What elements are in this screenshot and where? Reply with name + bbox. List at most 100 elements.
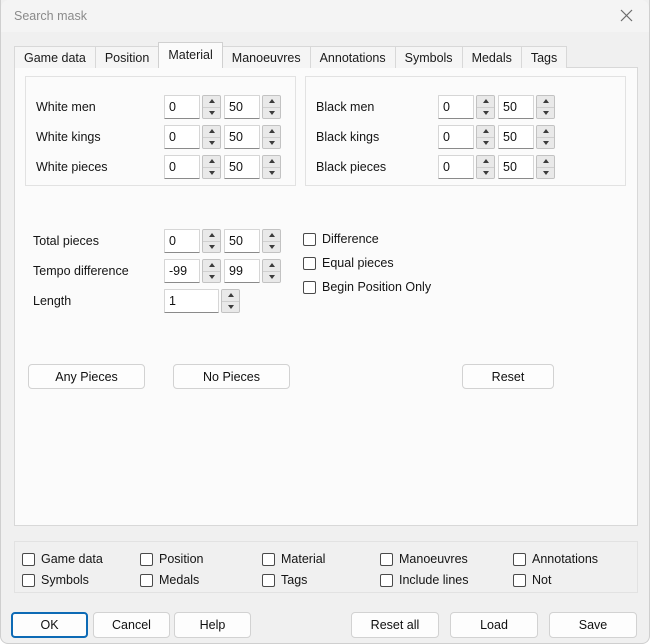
- black-kings-max-stepper[interactable]: [498, 125, 555, 149]
- total-pieces-max-input[interactable]: [224, 229, 260, 253]
- black-men-min-input[interactable]: [438, 95, 474, 119]
- chevron-up-icon[interactable]: [263, 126, 280, 138]
- black-kings-min-spin-buttons[interactable]: [476, 125, 495, 149]
- checkbox-box-icon[interactable]: [22, 573, 35, 587]
- checkbox-material[interactable]: Material: [262, 550, 325, 568]
- chevron-down-icon[interactable]: [222, 301, 239, 312]
- chevron-up-icon[interactable]: [222, 290, 239, 302]
- chevron-down-icon[interactable]: [537, 167, 554, 178]
- black-kings-min-stepper[interactable]: [438, 125, 495, 149]
- save-button[interactable]: Save: [549, 612, 637, 638]
- chevron-up-icon[interactable]: [263, 260, 280, 272]
- chevron-down-icon[interactable]: [203, 167, 220, 178]
- checkbox-box-icon[interactable]: [380, 552, 393, 566]
- total-pieces-min-stepper[interactable]: [164, 229, 221, 253]
- black-men-max-stepper[interactable]: [498, 95, 555, 119]
- white-men-max-stepper[interactable]: [224, 95, 281, 119]
- white-men-min-stepper[interactable]: [164, 95, 221, 119]
- chevron-up-icon[interactable]: [477, 96, 494, 108]
- white-men-min-input[interactable]: [164, 95, 200, 119]
- black-kings-max-spin-buttons[interactable]: [536, 125, 555, 149]
- checkbox-equal-pieces[interactable]: Equal pieces: [303, 254, 394, 272]
- close-icon[interactable]: [604, 0, 649, 31]
- tempo-difference-max-stepper[interactable]: [224, 259, 281, 283]
- chevron-down-icon[interactable]: [477, 167, 494, 178]
- checkbox-include-lines[interactable]: Include lines: [380, 571, 469, 589]
- checkbox-box-icon[interactable]: [262, 552, 275, 566]
- black-pieces-min-spin-buttons[interactable]: [476, 155, 495, 179]
- tab-material[interactable]: Material: [158, 42, 223, 68]
- chevron-up-icon[interactable]: [537, 96, 554, 108]
- checkbox-annotations[interactable]: Annotations: [513, 550, 598, 568]
- checkbox-box-icon[interactable]: [513, 573, 526, 587]
- chevron-down-icon[interactable]: [477, 107, 494, 118]
- white-pieces-min-spin-buttons[interactable]: [202, 155, 221, 179]
- tempo-difference-min-stepper[interactable]: [164, 259, 221, 283]
- checkbox-difference[interactable]: Difference: [303, 230, 379, 248]
- checkbox-box-icon[interactable]: [303, 280, 316, 294]
- cancel-button[interactable]: Cancel: [93, 612, 170, 638]
- checkbox-begin-position-only[interactable]: Begin Position Only: [303, 278, 431, 296]
- checkbox-box-icon[interactable]: [262, 573, 275, 587]
- chevron-up-icon[interactable]: [537, 126, 554, 138]
- black-men-min-stepper[interactable]: [438, 95, 495, 119]
- help-button[interactable]: Help: [174, 612, 251, 638]
- load-button[interactable]: Load: [450, 612, 538, 638]
- chevron-up-icon[interactable]: [203, 260, 220, 272]
- chevron-down-icon[interactable]: [203, 107, 220, 118]
- black-pieces-max-spin-buttons[interactable]: [536, 155, 555, 179]
- checkbox-box-icon[interactable]: [22, 552, 35, 566]
- black-pieces-min-stepper[interactable]: [438, 155, 495, 179]
- chevron-up-icon[interactable]: [537, 156, 554, 168]
- checkbox-not[interactable]: Not: [513, 571, 551, 589]
- chevron-down-icon[interactable]: [263, 271, 280, 282]
- length-input[interactable]: [164, 289, 219, 313]
- tab-position[interactable]: Position: [94, 46, 160, 68]
- checkbox-box-icon[interactable]: [140, 573, 153, 587]
- chevron-down-icon[interactable]: [537, 107, 554, 118]
- checkbox-box-icon[interactable]: [303, 232, 316, 246]
- tab-game-data[interactable]: Game data: [14, 46, 96, 68]
- chevron-down-icon[interactable]: [263, 107, 280, 118]
- black-pieces-min-input[interactable]: [438, 155, 474, 179]
- chevron-down-icon[interactable]: [203, 137, 220, 148]
- checkbox-manoeuvres[interactable]: Manoeuvres: [380, 550, 468, 568]
- chevron-up-icon[interactable]: [263, 230, 280, 242]
- total-pieces-max-spin-buttons[interactable]: [262, 229, 281, 253]
- white-pieces-max-stepper[interactable]: [224, 155, 281, 179]
- checkbox-tags[interactable]: Tags: [262, 571, 307, 589]
- white-pieces-max-spin-buttons[interactable]: [262, 155, 281, 179]
- white-pieces-min-stepper[interactable]: [164, 155, 221, 179]
- tab-manoeuvres[interactable]: Manoeuvres: [221, 46, 311, 68]
- chevron-up-icon[interactable]: [203, 156, 220, 168]
- chevron-down-icon[interactable]: [203, 271, 220, 282]
- chevron-up-icon[interactable]: [477, 156, 494, 168]
- chevron-down-icon[interactable]: [263, 137, 280, 148]
- chevron-down-icon[interactable]: [537, 137, 554, 148]
- white-men-min-spin-buttons[interactable]: [202, 95, 221, 119]
- checkbox-symbols[interactable]: Symbols: [22, 571, 89, 589]
- chevron-up-icon[interactable]: [203, 230, 220, 242]
- total-pieces-max-stepper[interactable]: [224, 229, 281, 253]
- black-men-max-spin-buttons[interactable]: [536, 95, 555, 119]
- tempo-difference-min-input[interactable]: [164, 259, 200, 283]
- chevron-up-icon[interactable]: [263, 96, 280, 108]
- black-pieces-max-input[interactable]: [498, 155, 534, 179]
- white-pieces-max-input[interactable]: [224, 155, 260, 179]
- black-kings-min-input[interactable]: [438, 125, 474, 149]
- any-pieces-button[interactable]: Any Pieces: [28, 364, 145, 389]
- black-men-min-spin-buttons[interactable]: [476, 95, 495, 119]
- tab-symbols[interactable]: Symbols: [394, 46, 463, 68]
- checkbox-box-icon[interactable]: [513, 552, 526, 566]
- checkbox-game-data[interactable]: Game data: [22, 550, 103, 568]
- white-kings-min-stepper[interactable]: [164, 125, 221, 149]
- tempo-difference-min-spin-buttons[interactable]: [202, 259, 221, 283]
- white-kings-max-spin-buttons[interactable]: [262, 125, 281, 149]
- white-kings-max-input[interactable]: [224, 125, 260, 149]
- ok-button[interactable]: OK: [11, 612, 88, 638]
- white-pieces-min-input[interactable]: [164, 155, 200, 179]
- chevron-up-icon[interactable]: [477, 126, 494, 138]
- tempo-difference-max-spin-buttons[interactable]: [262, 259, 281, 283]
- chevron-down-icon[interactable]: [263, 241, 280, 252]
- chevron-down-icon[interactable]: [477, 137, 494, 148]
